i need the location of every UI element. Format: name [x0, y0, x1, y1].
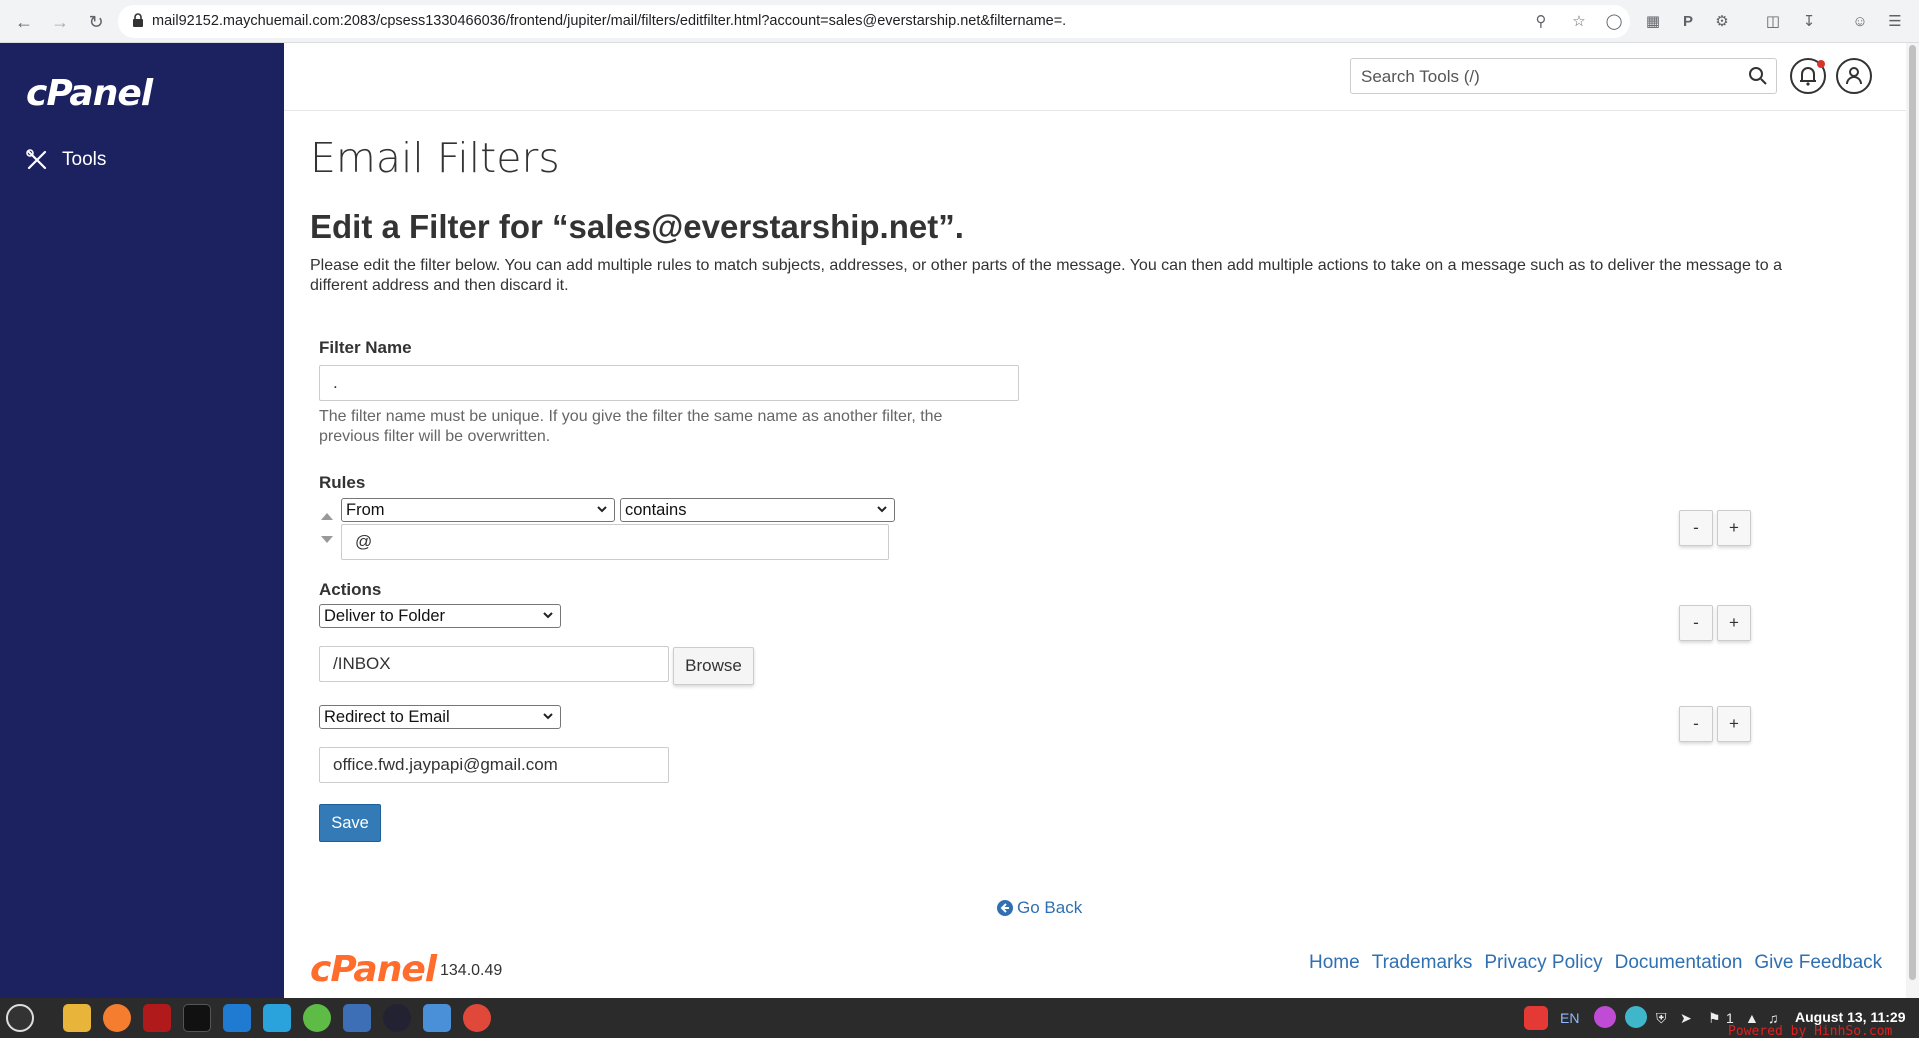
footer-link-give-feedback[interactable]: Give Feedback	[1754, 952, 1882, 974]
search-icon	[1748, 66, 1768, 86]
zoom-icon[interactable]: ⚲	[1530, 11, 1552, 33]
rule-operator-select[interactable]: contains	[620, 498, 895, 522]
actions-label: Actions	[319, 580, 382, 599]
filter-name-label: Filter Name	[319, 338, 412, 357]
action-type-select[interactable]: Deliver to Folder	[319, 604, 561, 628]
redirect-email-input[interactable]: office.fwd.jaypapi@gmail.com	[319, 747, 669, 783]
app-green-icon[interactable]	[303, 1004, 331, 1032]
notifications-button[interactable]	[1790, 58, 1826, 94]
bookmark-star-icon[interactable]: ☆	[1568, 11, 1590, 33]
save-button[interactable]: Save	[319, 804, 381, 842]
sync-tray-icon[interactable]	[1625, 1006, 1647, 1028]
reload-icon[interactable]: ↻	[84, 10, 108, 34]
lock-icon	[132, 13, 144, 30]
rule-field-value: From	[346, 501, 385, 519]
notification-badge	[1817, 60, 1825, 68]
footer-link-home[interactable]: Home	[1309, 952, 1360, 974]
filter-name-input[interactable]: .	[319, 365, 1019, 401]
back-icon[interactable]: ←	[12, 10, 36, 34]
os-taskbar: EN ⛨ ➤ ⚑ 1 ▲ ♫ August 13, 11:29	[0, 998, 1919, 1038]
go-back-label: Go Back	[1017, 898, 1083, 917]
footer-link-privacy-policy[interactable]: Privacy Policy	[1484, 952, 1602, 974]
shield-icon[interactable]: ◯	[1603, 11, 1625, 33]
page-title: Email Filters	[310, 134, 560, 182]
tools-icon	[26, 149, 48, 171]
shield-tray-icon[interactable]: ⛨	[1656, 1010, 1667, 1027]
chevron-down-icon	[877, 506, 887, 513]
menu-start-icon[interactable]	[6, 1004, 34, 1032]
add-rule-button[interactable]: +	[1717, 510, 1751, 546]
scrollbar-thumb[interactable]	[1909, 45, 1916, 980]
sidebar: cPanel Tools	[0, 43, 284, 998]
edit-filter-heading: Edit a Filter for “sales@everstarship.ne…	[310, 208, 964, 245]
footer-links: Home Trademarks Privacy Policy Documenta…	[1309, 952, 1882, 974]
user-icon	[1846, 67, 1862, 85]
add-action-button[interactable]: +	[1717, 706, 1751, 742]
sidebar-item-label: Tools	[62, 149, 107, 170]
watermark: Powered by HinhSo.com	[1728, 1024, 1893, 1039]
puzzle-icon[interactable]: ⚙	[1711, 11, 1733, 33]
remove-action-button[interactable]: -	[1679, 706, 1713, 742]
rule-field-select[interactable]: From	[341, 498, 615, 522]
footer-link-documentation[interactable]: Documentation	[1615, 952, 1743, 974]
chrome-icon[interactable]	[463, 1004, 491, 1032]
version-text: 134.0.49	[440, 962, 503, 979]
url-text: mail92152.maychuemail.com:2083/cpsess133…	[152, 13, 1067, 29]
move-rule-up-icon[interactable]	[321, 513, 333, 520]
add-action-button[interactable]: +	[1717, 605, 1751, 641]
chevron-down-icon	[543, 612, 553, 619]
menu-icon[interactable]: ☰	[1884, 11, 1906, 33]
telegram-tray-icon[interactable]: ➤	[1680, 1010, 1692, 1027]
action-type-select[interactable]: Redirect to Email	[319, 705, 561, 729]
main-content: Email Filters Edit a Filter for “sales@e…	[284, 111, 1904, 998]
cpanel-logo[interactable]: cPanel	[26, 73, 153, 114]
chevron-down-icon	[597, 506, 607, 513]
rule-operator-value: contains	[625, 501, 687, 519]
search-placeholder: Search Tools (/)	[1361, 67, 1480, 86]
filter-name-help: The filter name must be unique. If you g…	[319, 408, 943, 445]
notification-tray-icon[interactable]: ⚑	[1708, 1010, 1721, 1027]
action-type-value: Redirect to Email	[324, 708, 450, 726]
browser-toolbar: ← → ↻ mail92152.maychuemail.com:2083/cps…	[0, 0, 1919, 43]
footer-cpanel-logo: cPanel	[310, 949, 437, 990]
page-scrollbar[interactable]	[1906, 43, 1919, 998]
footer-link-trademarks[interactable]: Trademarks	[1372, 952, 1473, 974]
network-app-icon[interactable]	[383, 1004, 411, 1032]
telegram-icon[interactable]	[263, 1004, 291, 1032]
folder-path-input[interactable]: /INBOX	[319, 646, 669, 682]
arrow-left-circle-icon	[997, 900, 1013, 916]
user-button[interactable]	[1836, 58, 1872, 94]
action-type-value: Deliver to Folder	[324, 607, 446, 625]
remote-app-icon[interactable]	[423, 1004, 451, 1032]
rules-label: Rules	[319, 473, 366, 492]
extension-p-icon[interactable]: P	[1677, 11, 1699, 33]
rule-value-input[interactable]: @	[341, 524, 889, 560]
browse-button[interactable]: Browse	[673, 647, 754, 685]
app-tray-icon[interactable]	[1594, 1006, 1616, 1028]
remove-action-button[interactable]: -	[1679, 605, 1713, 641]
sidebar-item-tools[interactable]: Tools	[26, 149, 106, 171]
anydesk-tray-icon[interactable]	[1524, 1006, 1548, 1030]
files-icon[interactable]	[63, 1004, 91, 1032]
clock[interactable]: August 13, 11:29	[1795, 1009, 1906, 1025]
profile-icon[interactable]: ☺	[1849, 11, 1871, 33]
address-bar[interactable]: mail92152.maychuemail.com:2083/cpsess133…	[118, 5, 1630, 38]
download-icon[interactable]: ↧	[1798, 11, 1820, 33]
page-description: Please edit the filter below. You can ad…	[310, 257, 1782, 294]
vscode-icon[interactable]	[223, 1004, 251, 1032]
search-input[interactable]: Search Tools (/)	[1350, 58, 1777, 94]
forward-icon[interactable]: →	[48, 10, 72, 34]
move-rule-down-icon[interactable]	[321, 536, 333, 543]
mail-icon[interactable]	[343, 1004, 371, 1032]
remove-rule-button[interactable]: -	[1679, 510, 1713, 546]
terminal-icon[interactable]	[183, 1004, 211, 1032]
chevron-down-icon	[543, 713, 553, 720]
filezilla-icon[interactable]	[143, 1004, 171, 1032]
sidepanel-icon[interactable]: ◫	[1762, 11, 1784, 33]
firefox-icon[interactable]	[103, 1004, 131, 1032]
language-indicator[interactable]: EN	[1560, 1010, 1579, 1026]
qr-icon[interactable]: ▦	[1642, 11, 1664, 33]
go-back-link[interactable]: Go Back	[997, 898, 1082, 918]
